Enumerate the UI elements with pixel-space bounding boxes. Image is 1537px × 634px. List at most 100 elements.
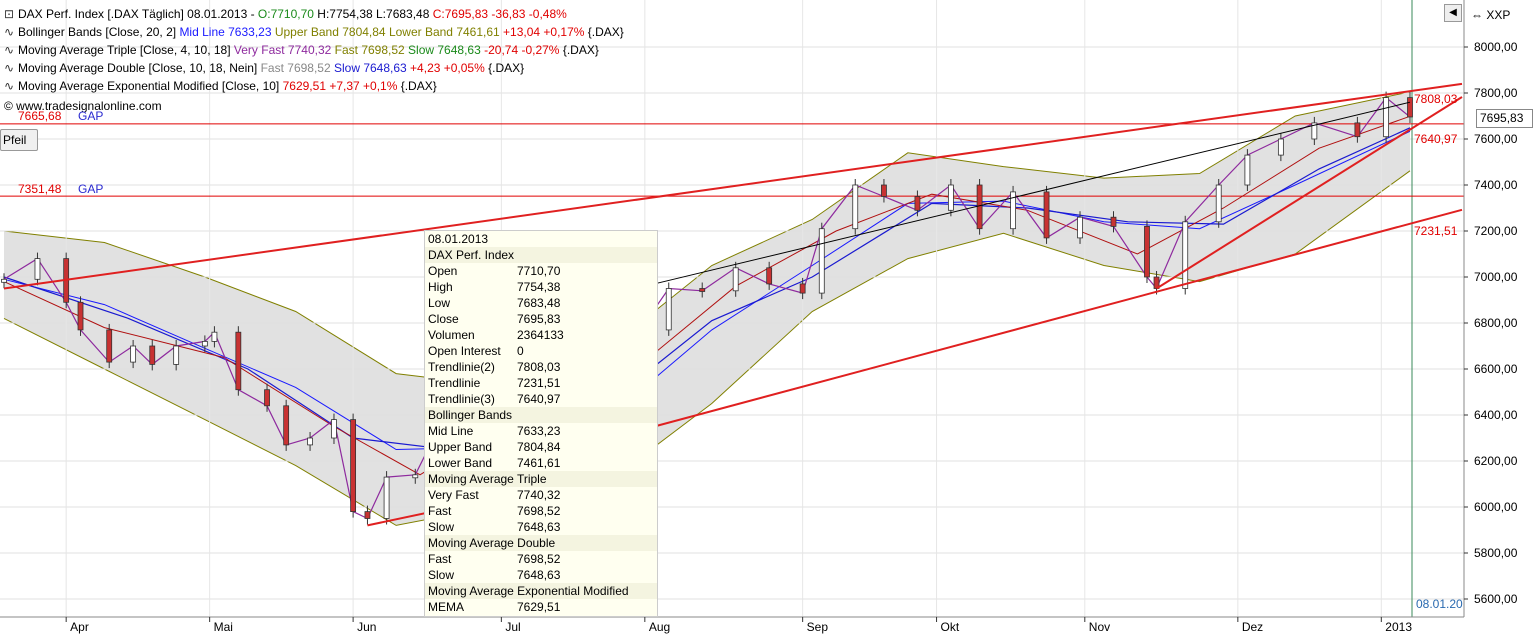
tooltip-value: 7808,03	[517, 360, 561, 374]
mema-symbol: {.DAX}	[400, 79, 437, 93]
tooltip-row: Trendlinie 7231,51	[425, 375, 657, 391]
candle	[732, 267, 739, 292]
bollinger-upper: Upper Band 7804,84	[274, 25, 389, 39]
candle	[1277, 138, 1284, 156]
header-line-1: ⊡ DAX Perf. Index [.DAX Täglich] 08.01.20…	[4, 7, 567, 21]
candle	[699, 288, 706, 292]
tooltip-value: 7695,83	[517, 312, 561, 326]
xxp-label[interactable]: ⇔ XXP	[1471, 8, 1510, 22]
tooltip-value: 7698,52	[517, 504, 561, 518]
candle	[1244, 154, 1251, 186]
chart-icon: ⊡	[4, 7, 15, 21]
candle	[235, 331, 242, 391]
candle	[383, 476, 390, 519]
tooltip-row: Mid Line 7633,23	[425, 423, 657, 439]
mad-name: Moving Average Double [Close, 10, 18, Ne…	[18, 61, 261, 75]
tooltip-key: Trendlinie(2)	[428, 360, 495, 374]
mad-change: +4,23 +0,05%	[410, 61, 489, 75]
candle	[149, 345, 156, 365]
tooltip-key: Trendlinie	[428, 376, 481, 390]
candle	[881, 184, 887, 197]
tooltip-row: Lower Band 7461,61	[425, 455, 657, 471]
tooltip-key: Fast	[428, 552, 452, 566]
tooltip-key: Bollinger Bands	[428, 408, 513, 422]
tooltip-row: Very Fast 7740,32	[425, 487, 657, 503]
candle	[350, 419, 357, 513]
candle	[77, 301, 84, 331]
candle	[283, 405, 290, 446]
tooltip-row: MEMA 7629,51	[425, 599, 657, 615]
x-tick-label: Mai	[214, 620, 233, 634]
pfeil-button[interactable]: Pfeil	[0, 129, 38, 151]
bollinger-mid: Mid Line 7633,23	[179, 25, 275, 39]
tooltip-value: 0	[517, 344, 524, 358]
high-value: H:7754,38	[313, 7, 373, 21]
tooltip-row: Trendlinie(2) 7808,03	[425, 359, 657, 375]
tooltip-key: Slow	[428, 568, 455, 582]
tooltip-row: Slow 7648,63	[425, 567, 657, 583]
candle	[914, 196, 921, 211]
y-tick-label: 7400,00	[1474, 178, 1518, 192]
candle	[412, 474, 419, 479]
tooltip-value: 7683,48	[517, 296, 561, 310]
mat-change: -20,74 -0,27%	[484, 43, 563, 57]
mema-name: Moving Average Exponential Modified [Clo…	[18, 79, 283, 93]
tooltip-key: High	[428, 280, 453, 294]
x-tick-label: Jul	[505, 620, 520, 634]
gap2-label: GAP	[78, 182, 104, 196]
tooltip-value: 7710,70	[517, 264, 561, 278]
tooltip-key: DAX Perf. Index	[428, 248, 515, 262]
open-value: O:7710,70	[257, 7, 314, 21]
tooltip-row: Bollinger Bands	[425, 407, 657, 423]
candle	[1182, 221, 1189, 289]
candle	[1077, 216, 1083, 239]
tooltip-row: Fast 7698,52	[425, 551, 657, 567]
tooltip-value: 7633,23	[517, 424, 561, 438]
tooltip-value: 2364133	[517, 328, 564, 342]
header-title: DAX Perf. Index [.DAX Täglich] 08.01.201…	[18, 7, 258, 21]
mad-slow: Slow 7648,63	[333, 61, 411, 75]
mat-slow: Slow 7648,63	[408, 43, 485, 57]
tooltip-value: 7461,61	[517, 456, 561, 470]
y-tick-label: 6200,00	[1474, 454, 1518, 468]
candle	[947, 184, 954, 211]
scroll-arrow-icon[interactable]: ◀	[1444, 4, 1462, 22]
low-value: L:7683,48	[372, 7, 430, 21]
price-chart[interactable]: 8000,00 7800,00 7600,00 7400,00 7200,00 7000,…	[0, 0, 1537, 634]
tooltip-key: Trendlinie(3)	[428, 392, 495, 406]
candle	[1215, 184, 1222, 223]
xxp-text: XXP	[1486, 8, 1511, 22]
y-tick-label: 7800,00	[1474, 86, 1518, 100]
candle	[799, 283, 806, 294]
tooltip-value: 7629,51	[517, 600, 561, 614]
y-tick-label: 5800,00	[1474, 546, 1518, 560]
tooltip-row: Moving Average Double	[425, 535, 657, 551]
tooltip-key: Upper Band	[428, 440, 493, 454]
candle	[852, 184, 859, 230]
tooltip-key: Lower Band	[428, 456, 493, 470]
tooltip-value: 7754,38	[517, 280, 561, 294]
tooltip-row: Slow 7648,63	[425, 519, 657, 535]
candle	[211, 331, 218, 342]
tooltip-value: 7804,84	[517, 440, 561, 454]
header-line-2: ∿ Bollinger Bands [Close, 20, 2] Mid Line…	[4, 25, 624, 39]
xxp-arrows-icon: ⇔	[1471, 8, 1483, 22]
tooltip-value: 7648,63	[517, 520, 561, 534]
tooltip-key: Open	[428, 264, 458, 278]
x-tick-label: Okt	[941, 620, 960, 634]
candle	[201, 340, 208, 347]
candle	[331, 419, 337, 439]
bollinger-name: Bollinger Bands [Close, 20, 2]	[18, 25, 180, 39]
candle	[307, 437, 313, 446]
trendline3-tag: 7640,97	[1414, 132, 1458, 146]
tooltip-row: Trendlinie(3) 7640,97	[425, 391, 657, 407]
tooltip-row: Open Interest 0	[425, 343, 657, 359]
tooltip-key: Volumen	[428, 328, 475, 342]
header-line-3: ∿ Moving Average Triple [Close, 4, 10, 18…	[4, 43, 599, 57]
header-line-4: ∿ Moving Average Double [Close, 10, 18, N…	[4, 61, 524, 75]
y-tick-label: 8000,00	[1474, 40, 1518, 54]
tooltip-key: Moving Average Triple	[428, 472, 547, 486]
tooltip-key: Close	[428, 312, 459, 326]
candle	[1110, 216, 1117, 227]
candle	[106, 329, 113, 363]
